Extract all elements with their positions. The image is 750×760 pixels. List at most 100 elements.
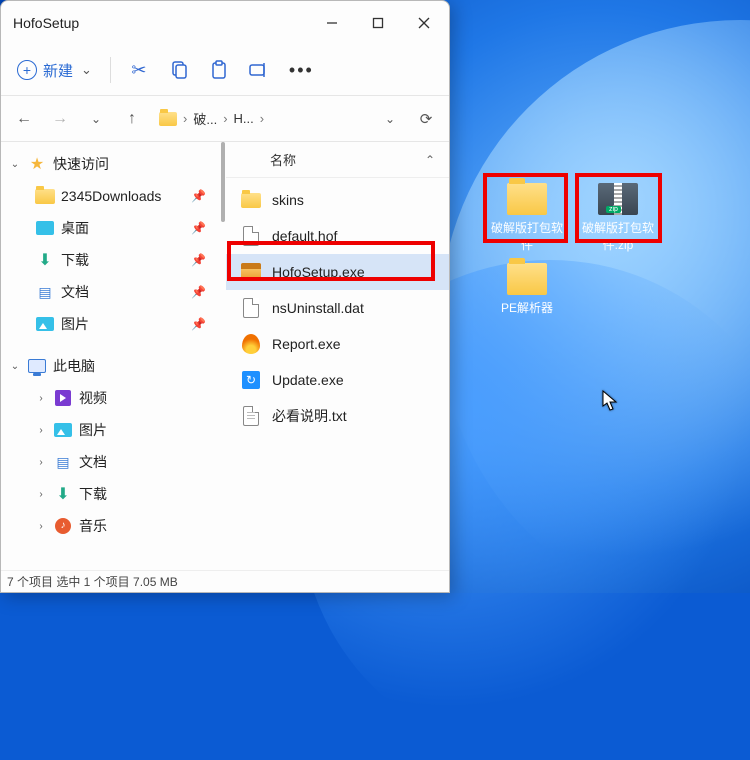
file-icon	[243, 298, 259, 318]
chevron-down-icon: ⌄	[9, 361, 21, 372]
refresh-button[interactable]: ⟳	[413, 106, 439, 132]
pc-icon	[28, 359, 46, 373]
file-row[interactable]: HofoSetup.exe	[226, 254, 449, 290]
copy-icon	[170, 61, 188, 79]
forward-button[interactable]: →	[47, 106, 73, 132]
desktop-icon-folder[interactable]: PE解析器	[490, 263, 564, 316]
chevron-down-icon: ⌄	[91, 112, 101, 126]
sidebar-label: 2345Downloads	[61, 188, 161, 204]
desktop-icon	[36, 221, 54, 235]
sidebar-item[interactable]: ⬇下载📌	[1, 244, 218, 276]
breadcrumb-part[interactable]: 破...	[193, 109, 217, 128]
titlebar[interactable]: HofoSetup	[1, 1, 449, 45]
pin-icon: 📌	[191, 317, 206, 331]
chevron-right-icon: ›	[35, 521, 47, 532]
sidebar-item[interactable]: ▤文档📌	[1, 276, 218, 308]
sidebar-item[interactable]: › 音乐	[1, 510, 218, 542]
sidebar-this-pc[interactable]: ⌄ 此电脑	[1, 350, 218, 382]
refresh-icon: ⟳	[420, 110, 433, 128]
sidebar-label: 音乐	[79, 516, 107, 536]
file-name: 必看说明.txt	[272, 406, 347, 426]
sidebar-item[interactable]: 桌面📌	[1, 212, 218, 244]
breadcrumb-sep: ›	[223, 111, 227, 126]
sidebar-item[interactable]: 图片 📌	[1, 308, 218, 340]
copy-button[interactable]	[161, 52, 197, 88]
divider	[110, 57, 111, 83]
paste-button[interactable]	[201, 52, 237, 88]
folder-icon	[159, 112, 177, 126]
document-icon: ▤	[53, 454, 73, 470]
history-dropdown[interactable]: ⌄	[83, 106, 109, 132]
column-header-name[interactable]: 名称 ⌃	[226, 142, 449, 178]
column-label: 名称	[270, 150, 296, 169]
file-name: HofoSetup.exe	[272, 264, 365, 280]
folder-icon	[507, 183, 547, 215]
video-icon	[55, 390, 71, 406]
arrow-right-icon: →	[52, 110, 68, 128]
explorer-body: ⌄ ★ 快速访问 2345Downloads📌 桌面📌 ⬇下载📌 ▤文档📌 图片…	[1, 141, 449, 570]
rename-button[interactable]	[241, 52, 277, 88]
pin-icon: 📌	[191, 189, 206, 203]
breadcrumb-sep: ›	[260, 111, 264, 126]
window-title: HofoSetup	[13, 15, 309, 31]
breadcrumb-dropdown[interactable]: ⌄	[377, 106, 403, 132]
file-list[interactable]: skins default.hof HofoSetup.exe nsUninst…	[226, 178, 449, 570]
up-button[interactable]: ↑	[119, 106, 145, 132]
file-row[interactable]: nsUninstall.dat	[226, 290, 449, 326]
file-row[interactable]: default.hof	[226, 218, 449, 254]
arrow-up-icon: ↑	[128, 110, 136, 128]
toolbar: + 新建 ⌄ ✂ •••	[1, 45, 449, 95]
splitter[interactable]	[218, 142, 226, 570]
file-name: default.hof	[272, 228, 337, 244]
nav-sidebar[interactable]: ⌄ ★ 快速访问 2345Downloads📌 桌面📌 ⬇下载📌 ▤文档📌 图片…	[1, 142, 218, 570]
address-bar-row: ← → ⌄ ↑ › 破... › H... › ⌄ ⟳	[1, 95, 449, 141]
file-row[interactable]: Report.exe	[226, 326, 449, 362]
update-icon	[242, 371, 260, 389]
status-text: 7 个项目 选中 1 个项目 7.05 MB	[7, 573, 178, 590]
file-row[interactable]: skins	[226, 182, 449, 218]
sidebar-item[interactable]: 2345Downloads 📌	[1, 180, 218, 212]
cut-button[interactable]: ✂	[121, 52, 157, 88]
ellipsis-icon: •••	[289, 60, 314, 81]
sidebar-item[interactable]: ›⬇下载	[1, 478, 218, 510]
sidebar-label: 桌面	[61, 218, 89, 238]
sidebar-label: 下载	[79, 484, 107, 504]
desktop-icon-folder[interactable]: 破解版打包软件	[490, 183, 564, 253]
sidebar-item[interactable]: ›视频	[1, 382, 218, 414]
sidebar-item[interactable]: ›图片	[1, 414, 218, 446]
breadcrumb[interactable]: › 破... › H... ›	[155, 104, 367, 134]
breadcrumb-sep: ›	[183, 111, 187, 126]
folder-icon	[507, 263, 547, 295]
file-row[interactable]: 必看说明.txt	[226, 398, 449, 434]
close-button[interactable]	[401, 1, 447, 45]
file-name: Report.exe	[272, 336, 340, 352]
sidebar-quick-access[interactable]: ⌄ ★ 快速访问	[1, 148, 218, 180]
star-icon: ★	[27, 156, 47, 172]
rename-icon	[249, 61, 269, 79]
chevron-down-icon: ⌄	[9, 159, 21, 170]
file-explorer-window: HofoSetup + 新建 ⌄ ✂ ••• ← → ⌄ ↑ › 破... › …	[0, 0, 450, 593]
new-button[interactable]: + 新建 ⌄	[9, 52, 100, 88]
file-row[interactable]: Update.exe	[226, 362, 449, 398]
chevron-up-icon: ⌃	[425, 153, 435, 167]
maximize-button[interactable]	[355, 1, 401, 45]
file-name: skins	[272, 192, 304, 208]
chevron-right-icon: ›	[35, 425, 47, 436]
paste-icon	[210, 60, 228, 80]
desktop-icon-zip[interactable]: 破解版打包软件.zip	[581, 183, 655, 253]
download-icon: ⬇	[35, 252, 55, 268]
text-file-icon	[243, 406, 259, 426]
chevron-right-icon: ›	[35, 393, 47, 404]
file-icon	[243, 226, 259, 246]
chevron-down-icon: ⌄	[385, 112, 395, 126]
sidebar-item[interactable]: ›▤文档	[1, 446, 218, 478]
desktop-icon-label: PE解析器	[490, 299, 564, 316]
sidebar-label: 图片	[61, 314, 89, 334]
desktop-icon-label: 破解版打包软件.zip	[581, 219, 655, 253]
back-button[interactable]: ←	[11, 106, 37, 132]
breadcrumb-part[interactable]: H...	[234, 111, 254, 126]
more-button[interactable]: •••	[281, 52, 322, 88]
download-icon: ⬇	[53, 486, 73, 502]
minimize-button[interactable]	[309, 1, 355, 45]
file-name: nsUninstall.dat	[272, 300, 364, 316]
